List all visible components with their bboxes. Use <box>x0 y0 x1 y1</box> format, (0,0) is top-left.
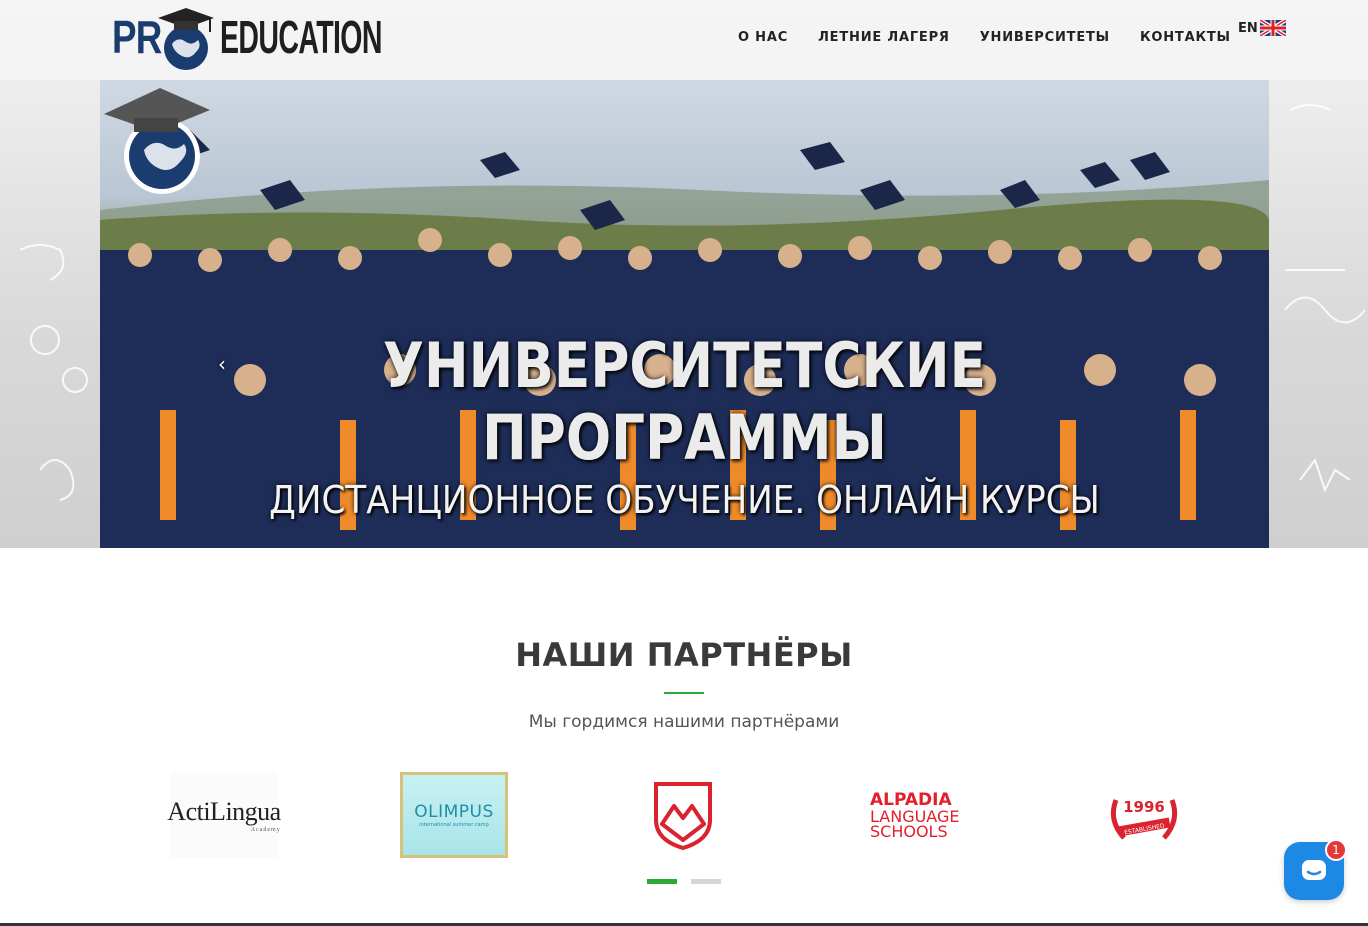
main-nav: О НАС ЛЕТНИЕ ЛАГЕРЯ УНИВЕРСИТЕТЫ КОНТАКТ… <box>738 30 1261 45</box>
graduation-cap-globe-icon <box>158 8 214 70</box>
pagination-dot-1[interactable] <box>647 879 677 884</box>
alpadia-subtext: LANGUAGE SCHOOLS <box>870 807 960 841</box>
hero-subtitle: ДИСТАНЦИОННОЕ ОБУЧЕНИЕ. ОНЛАЙН КУРСЫ <box>269 478 1100 522</box>
partners-subtitle: Мы гордимся нашими партнёрами <box>528 712 840 732</box>
pagination-dot-2[interactable] <box>691 879 721 884</box>
mountain-shield-logo-icon <box>654 782 712 850</box>
language-label: EN <box>1238 20 1258 36</box>
chat-bubble-icon <box>1302 860 1326 880</box>
hero-cap-globe-logo <box>104 88 210 194</box>
badge-year: 1996 <box>1123 798 1165 816</box>
partner-logo-1996[interactable]: 1996 ESTABLISHED <box>1092 772 1196 858</box>
nav-item-universities[interactable]: УНИВЕРСИТЕТЫ <box>980 30 1110 45</box>
actilingua-subtext: Academy <box>250 827 281 833</box>
chat-notification-badge: 1 <box>1325 839 1347 861</box>
partner-logo-shield[interactable] <box>650 772 716 858</box>
nav-item-contacts[interactable]: КОНТАКТЫ <box>1140 30 1231 45</box>
laurel-1996-badge-icon: 1996 ESTABLISHED <box>1110 798 1178 840</box>
partner-logo-olimpus[interactable]: OLIMPUS international summer camp <box>400 772 508 858</box>
uk-flag-icon <box>1259 20 1286 36</box>
language-switcher[interactable]: EN <box>1238 20 1286 36</box>
partners-pagination <box>647 879 721 884</box>
olimpus-name: OLIMPUS <box>414 802 494 822</box>
site-header: PR EDUCATION О НАС ЛЕТНИЕ ЛАГЕРЯ УНИВЕРС… <box>0 0 1368 80</box>
hero-title: УНИВЕРСИТЕТСКИЕ ПРОГРАММЫ <box>382 329 987 474</box>
partner-logo-alpadia[interactable]: ALPADIA LANGUAGE SCHOOLS <box>860 772 970 858</box>
hero-slider: ‹ › УНИВЕРСИТЕТСКИЕ ПРОГРАММЫ ДИСТАНЦИОН… <box>100 80 1269 548</box>
partner-logo-actilingua[interactable]: ActiLingua Academy <box>167 772 281 858</box>
olimpus-subtext: international summer camp <box>419 822 489 828</box>
nav-item-summer-camps[interactable]: ЛЕТНИЕ ЛАГЕРЯ <box>818 30 950 45</box>
actilingua-name: ActiLingua <box>167 797 281 826</box>
partners-title: НАШИ ПАРТНЁРЫ <box>515 636 853 674</box>
site-logo[interactable]: PR EDUCATION <box>112 4 384 72</box>
title-divider <box>664 692 704 694</box>
logo-text-education: EDUCATION <box>220 11 382 63</box>
nav-item-about[interactable]: О НАС <box>738 30 788 45</box>
